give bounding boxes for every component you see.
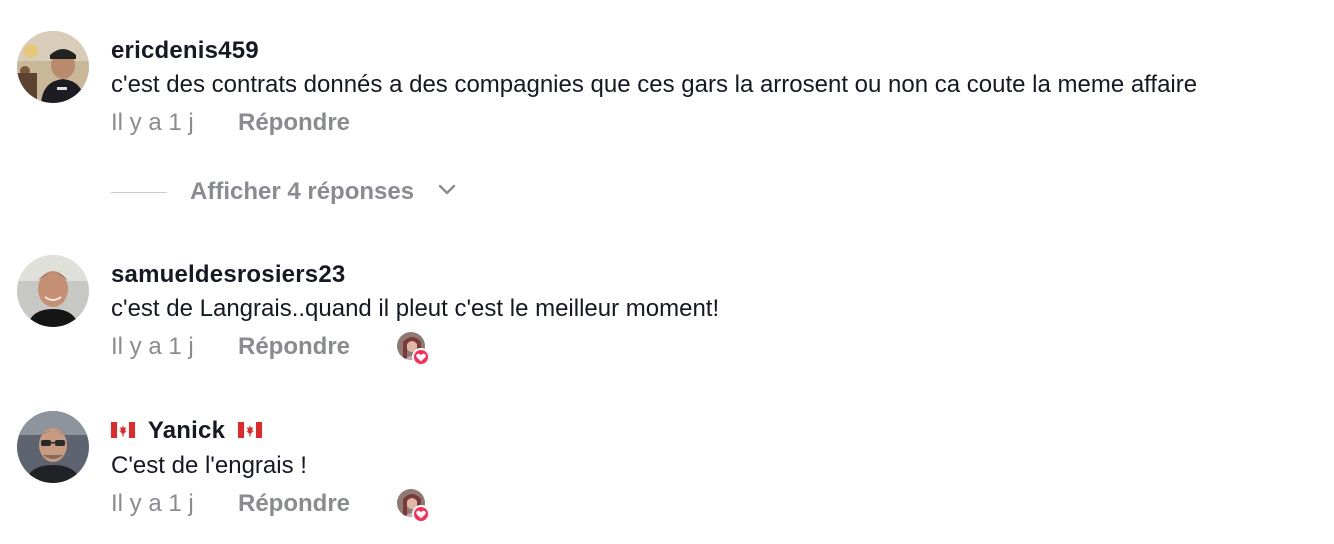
- comment-timestamp: Il y a 1 j: [111, 333, 194, 360]
- comment-username[interactable]: ericdenis459: [111, 37, 259, 65]
- divider-line: [111, 192, 167, 193]
- creator-liked-badge: [397, 489, 431, 523]
- comment-timestamp: Il y a 1 j: [111, 490, 194, 517]
- view-replies-button[interactable]: Afficher 4 réponses: [111, 176, 471, 210]
- comment-timestamp: Il y a 1 j: [111, 109, 194, 136]
- avatar[interactable]: [17, 255, 89, 327]
- user-avatar-icon: [17, 31, 89, 103]
- comment-text: c'est des contrats donnés a des compagni…: [111, 71, 1198, 98]
- avatar[interactable]: [17, 411, 89, 483]
- avatar[interactable]: [17, 31, 89, 103]
- user-avatar-icon: [17, 411, 89, 483]
- reply-button[interactable]: Répondre: [238, 333, 350, 361]
- canada-flag-icon: [111, 421, 135, 438]
- heart-icon: [412, 348, 430, 366]
- reply-button[interactable]: Répondre: [238, 490, 350, 518]
- heart-icon: [412, 505, 430, 523]
- comment-username[interactable]: Yanick: [111, 417, 263, 445]
- view-replies-label: Afficher 4 réponses: [190, 178, 415, 205]
- comment-username-text: Yanick: [147, 417, 226, 444]
- comment-text: c'est de Langrais..quand il pleut c'est …: [111, 295, 720, 322]
- creator-liked-badge: [397, 332, 431, 366]
- chevron-down-icon: [438, 184, 456, 195]
- user-avatar-icon: [17, 255, 89, 327]
- comment-text: C'est de l'engrais !: [111, 452, 307, 479]
- reply-button[interactable]: Répondre: [238, 109, 350, 137]
- canada-flag-icon: [238, 421, 263, 438]
- comment-username[interactable]: samueldesrosiers23: [111, 261, 345, 289]
